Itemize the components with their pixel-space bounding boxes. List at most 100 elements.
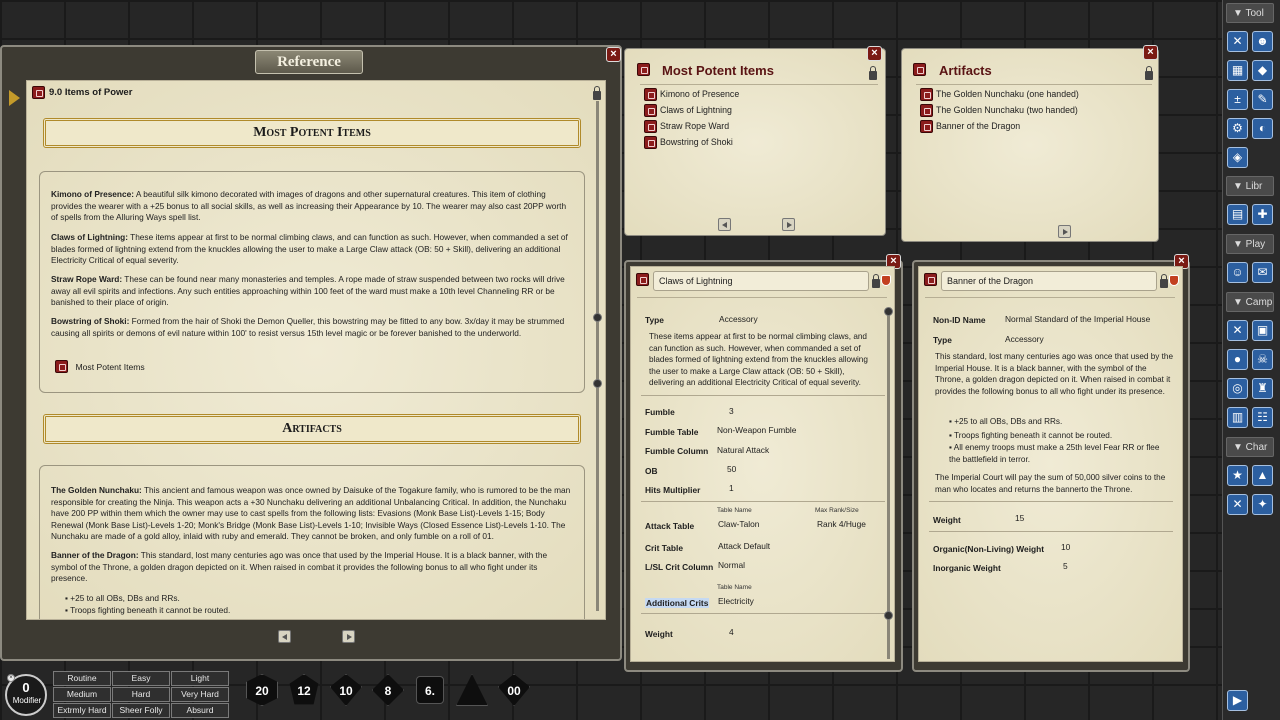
potent-list-link-icon[interactable] — [637, 63, 650, 76]
combat-tracker-icon[interactable]: ✕ — [1227, 31, 1248, 52]
claws-lock-icon[interactable] — [872, 274, 880, 288]
party-icon[interactable]: ☻ — [1252, 31, 1273, 52]
difficulty-very-hard[interactable]: Very Hard — [171, 687, 229, 702]
claws-scroll-knob-2[interactable] — [884, 611, 893, 620]
banner-lock-icon[interactable] — [1160, 274, 1168, 288]
type-value[interactable]: Accessory — [719, 314, 758, 324]
difficulty-routine[interactable]: Routine — [53, 671, 111, 686]
calendar-icon[interactable]: ▦ — [1227, 60, 1248, 81]
npcs-icon[interactable]: ☠ — [1252, 349, 1273, 370]
reference-prev-button[interactable] — [278, 630, 291, 643]
artifacts-list-close-button[interactable]: × — [1143, 45, 1158, 60]
attack-table-value[interactable]: Claw-Talon — [718, 519, 759, 529]
colors-icon[interactable]: ◐ — [1252, 118, 1273, 139]
expand-arrow-icon[interactable] — [9, 90, 20, 106]
difficulty-medium[interactable]: Medium — [53, 687, 111, 702]
artifacts-list-lock-icon[interactable] — [1145, 66, 1153, 80]
crit-table-value[interactable]: Attack Default — [718, 541, 770, 551]
banner-name-field[interactable]: Banner of the Dragon — [941, 271, 1157, 291]
reference-scroll-knob[interactable] — [593, 313, 602, 322]
difficulty-sheer-folly[interactable]: Sheer Folly — [112, 703, 170, 718]
difficulty-hard[interactable]: Hard — [112, 687, 170, 702]
difficulty-absurd[interactable]: Absurd — [171, 703, 229, 718]
characters-icon[interactable]: ☺ — [1227, 262, 1248, 283]
type-value[interactable]: Accessory — [1005, 334, 1044, 344]
skills-icon[interactable]: ✕ — [1227, 494, 1248, 515]
sidebar-section-camp[interactable]: ▼ Camp — [1226, 292, 1274, 312]
artifacts-list-item[interactable]: The Golden Nunchaku (two handed) — [936, 105, 1078, 115]
potent-list-item[interactable]: Bowstring of Shoki — [660, 137, 733, 147]
items-icon[interactable]: ● — [1227, 349, 1248, 370]
claws-link-icon[interactable] — [636, 273, 649, 286]
sidebar-section-char[interactable]: ▼ Char — [1226, 437, 1274, 457]
artifacts-list-item[interactable]: Banner of the Dragon — [936, 121, 1020, 131]
artifacts-list-next-button[interactable] — [1058, 225, 1071, 238]
item-link-icon[interactable] — [644, 136, 657, 149]
weight-value[interactable]: 15 — [1015, 513, 1024, 523]
d20-die[interactable]: 20 — [246, 674, 278, 706]
claws-description[interactable]: These items appear at first to be normal… — [649, 331, 881, 389]
reference-close-button[interactable]: × — [606, 47, 621, 62]
banner-description[interactable]: This standard, lost many centuries ago w… — [935, 351, 1175, 397]
potent-list-close-button[interactable]: × — [867, 46, 882, 61]
quests-icon[interactable]: ♜ — [1252, 378, 1273, 399]
sidebar-section-play[interactable]: ▼ Play — [1226, 234, 1274, 254]
races-icon[interactable]: ★ — [1227, 465, 1248, 486]
d8-die[interactable]: 8 — [372, 674, 404, 706]
potent-list-item[interactable]: Straw Rope Ward — [660, 121, 729, 131]
claws-scroll-knob[interactable] — [884, 307, 893, 316]
fumble-value[interactable]: 3 — [729, 406, 734, 416]
difficulty-easy[interactable]: Easy — [112, 671, 170, 686]
d4-die[interactable] — [456, 674, 488, 706]
d12-die[interactable]: 12 — [289, 674, 319, 705]
difficulty-light[interactable]: Light — [171, 671, 229, 686]
inorganic-weight-value[interactable]: 5 — [1063, 561, 1068, 571]
notes-icon[interactable]: ✉ — [1252, 262, 1273, 283]
sidebar-toggle-icon[interactable]: ▶ — [1227, 690, 1248, 711]
fumble-column-value[interactable]: Natural Attack — [717, 445, 769, 455]
reference-next-button[interactable] — [342, 630, 355, 643]
reference-scrollbar[interactable] — [596, 101, 599, 611]
options-icon[interactable]: ⚙ — [1227, 118, 1248, 139]
effects-icon[interactable]: ✎ — [1252, 89, 1273, 110]
claws-scrollbar[interactable] — [887, 309, 890, 659]
lock-icon[interactable] — [593, 86, 601, 100]
modifiers-icon[interactable]: ± — [1227, 89, 1248, 110]
most-potent-link[interactable]: Most Potent Items — [55, 358, 145, 376]
tokens-icon[interactable]: ◈ — [1227, 147, 1248, 168]
potent-list-next-button[interactable] — [782, 218, 795, 231]
tables-icon[interactable]: ☷ — [1252, 407, 1273, 428]
item-link-icon[interactable] — [920, 104, 933, 117]
modules-icon[interactable]: ✚ — [1252, 204, 1273, 225]
encounters-icon[interactable]: ✕ — [1227, 320, 1248, 341]
professions-icon[interactable]: ▲ — [1252, 465, 1273, 486]
dice-icon[interactable]: ◆ — [1252, 60, 1273, 81]
spells-icon[interactable]: ✦ — [1252, 494, 1273, 515]
banner-id-shield-icon[interactable] — [1169, 275, 1179, 286]
images-icon[interactable]: ▣ — [1252, 320, 1273, 341]
sidebar-section-tool[interactable]: ▼ Tool — [1226, 3, 1274, 23]
non-id-name-value[interactable]: Normal Standard of the Imperial House — [1005, 314, 1150, 324]
sidebar-section-libr[interactable]: ▼ Libr — [1226, 176, 1274, 196]
attack-rank-value[interactable]: Rank 4/Huge — [817, 519, 866, 529]
artifacts-list-link-icon[interactable] — [913, 63, 926, 76]
potent-list-lock-icon[interactable] — [869, 66, 877, 80]
weight-value[interactable]: 4 — [729, 627, 734, 637]
reference-scroll-knob-2[interactable] — [593, 379, 602, 388]
claws-id-shield-icon[interactable] — [881, 275, 891, 286]
potent-list-item[interactable]: Claws of Lightning — [660, 105, 732, 115]
potent-list-prev-button[interactable] — [718, 218, 731, 231]
additional-crits-value[interactable]: Electricity — [718, 596, 754, 606]
item-link-icon[interactable] — [920, 120, 933, 133]
fumble-table-value[interactable]: Non-Weapon Fumble — [717, 425, 796, 435]
claws-name-field[interactable]: Claws of Lightning — [653, 271, 869, 291]
difficulty-extremely-hard[interactable]: Extrmly Hard — [53, 703, 111, 718]
banner-link-icon[interactable] — [924, 273, 937, 286]
item-link-icon[interactable] — [920, 88, 933, 101]
organic-weight-value[interactable]: 10 — [1061, 542, 1070, 552]
d10-die[interactable]: 10 — [330, 674, 362, 706]
modifier-reset-icon[interactable]: × — [7, 674, 15, 682]
ob-value[interactable]: 50 — [727, 464, 736, 474]
d6-die[interactable]: 6. — [416, 676, 444, 704]
chapter-link-icon[interactable] — [32, 86, 45, 99]
